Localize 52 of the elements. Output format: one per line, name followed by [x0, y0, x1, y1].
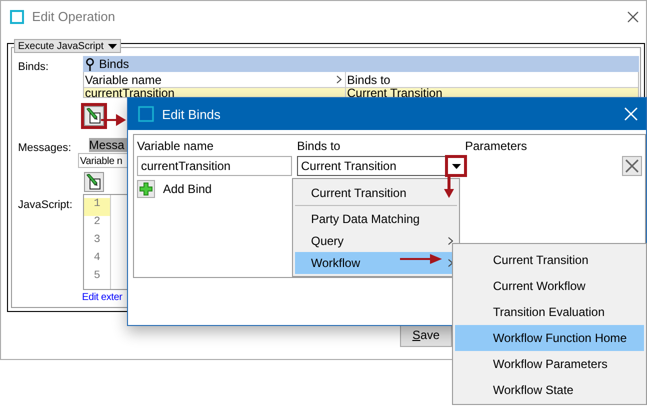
- edit-button[interactable]: [84, 106, 104, 126]
- field-label: Messages:: [17, 141, 72, 156]
- chevron-icon: [336, 75, 342, 84]
- window-icon: [10, 10, 24, 24]
- table-cell-text: Current Transition: [346, 88, 444, 97]
- plus-icon: [139, 182, 153, 196]
- menu-item[interactable]: Current Transition: [455, 247, 644, 273]
- column-title: Variable name: [85, 72, 162, 86]
- pin-icon: [85, 58, 95, 70]
- line-number: 1: [84, 198, 110, 216]
- table-row[interactable]: currentTransition Current Transition: [84, 88, 638, 97]
- field-label: Binds:: [17, 60, 50, 75]
- menu-item[interactable]: Workflow State: [455, 377, 644, 403]
- add-button[interactable]: [137, 180, 155, 198]
- line-number: 3: [92, 234, 102, 248]
- chevron-icon: [448, 259, 453, 267]
- column-header: Parameters: [465, 138, 528, 153]
- menu-item[interactable]: Party Data Matching: [295, 208, 457, 230]
- menu-item[interactable]: Workflow Function Home: [455, 325, 644, 351]
- field-label: JavaScript:: [17, 198, 74, 213]
- annotation-arrow: [101, 114, 126, 126]
- dropdown-button[interactable]: [448, 158, 464, 174]
- close-icon[interactable]: [627, 10, 639, 22]
- line-number: 4: [92, 252, 102, 266]
- menu-item[interactable]: Current Workflow: [455, 273, 644, 299]
- chevron-icon: [448, 237, 453, 245]
- column-header: Variable name: [137, 138, 214, 153]
- edit-button[interactable]: [84, 172, 104, 192]
- operation-dropdown[interactable]: Execute JavaScript: [14, 39, 121, 53]
- column-title: Binds to: [347, 72, 390, 86]
- menu-item[interactable]: Query: [295, 230, 457, 252]
- column-header: Binds to: [297, 138, 342, 153]
- dropdown-arrow-icon: [452, 164, 460, 168]
- variable-name-field[interactable]: currentTransition: [137, 156, 292, 176]
- pencil-icon: [86, 108, 102, 124]
- annotation-arrow: [444, 176, 454, 198]
- add-bind-link[interactable]: Add Bind: [163, 182, 212, 196]
- edit-link[interactable]: Edit exter: [82, 292, 122, 303]
- line-number: 2: [92, 216, 102, 230]
- pencil-icon: [86, 174, 102, 190]
- menu-item[interactable]: Transition Evaluation: [455, 299, 644, 325]
- binds-to-dropdown[interactable]: Current Transition: [297, 156, 465, 176]
- window-icon: [138, 106, 154, 122]
- delete-icon: [625, 159, 639, 173]
- dialog-title: Edit Binds: [162, 106, 221, 122]
- delete-button[interactable]: [622, 156, 642, 176]
- annotation-arrow: [400, 254, 442, 264]
- dropdown-arrow-icon: [108, 44, 117, 48]
- menu-item[interactable]: Workflow Parameters: [455, 351, 644, 377]
- window-title: Edit Operation: [32, 9, 116, 24]
- section-title: Binds: [99, 57, 130, 71]
- line-number: 5: [92, 270, 102, 284]
